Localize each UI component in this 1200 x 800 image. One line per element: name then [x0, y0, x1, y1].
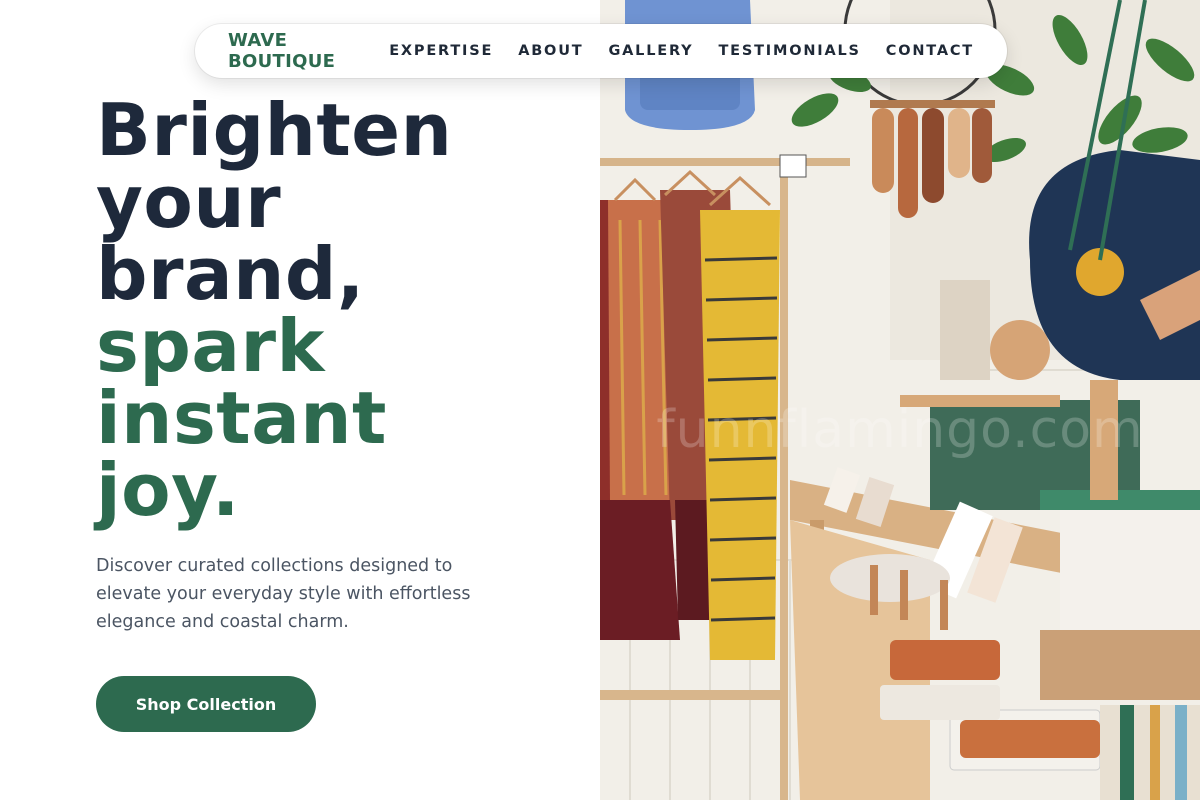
nav-link-contact[interactable]: CONTACT: [886, 43, 974, 59]
hero-heading-accent-line: joy.: [96, 448, 240, 532]
hero-subtitle: Discover curated collections designed to…: [96, 556, 471, 632]
hero-heading: Brighten your brand, spark instant joy.: [96, 94, 576, 526]
navbar: WAVE BOUTIQUE EXPERTISE ABOUT GALLERY TE…: [195, 24, 1007, 78]
nav-link-about[interactable]: ABOUT: [518, 43, 583, 59]
hero-heading-line: brand,: [96, 232, 365, 316]
hero-heading-accent-line: spark: [96, 304, 325, 388]
nav-link-gallery[interactable]: GALLERY: [608, 43, 693, 59]
nav-link-testimonials[interactable]: TESTIMONIALS: [718, 43, 860, 59]
brand-logo[interactable]: WAVE BOUTIQUE: [228, 30, 356, 72]
hero-heading-accent-line: instant: [96, 376, 387, 460]
nav-links: EXPERTISE ABOUT GALLERY TESTIMONIALS CON…: [389, 43, 974, 59]
hero-heading-line: Brighten: [96, 88, 453, 172]
hero-image: funnflamingo.com: [600, 0, 1200, 800]
shop-collection-button[interactable]: Shop Collection: [96, 676, 316, 732]
hero-heading-line: your: [96, 160, 282, 244]
image-watermark: funnflamingo.com: [656, 400, 1144, 460]
nav-link-expertise[interactable]: EXPERTISE: [389, 43, 493, 59]
